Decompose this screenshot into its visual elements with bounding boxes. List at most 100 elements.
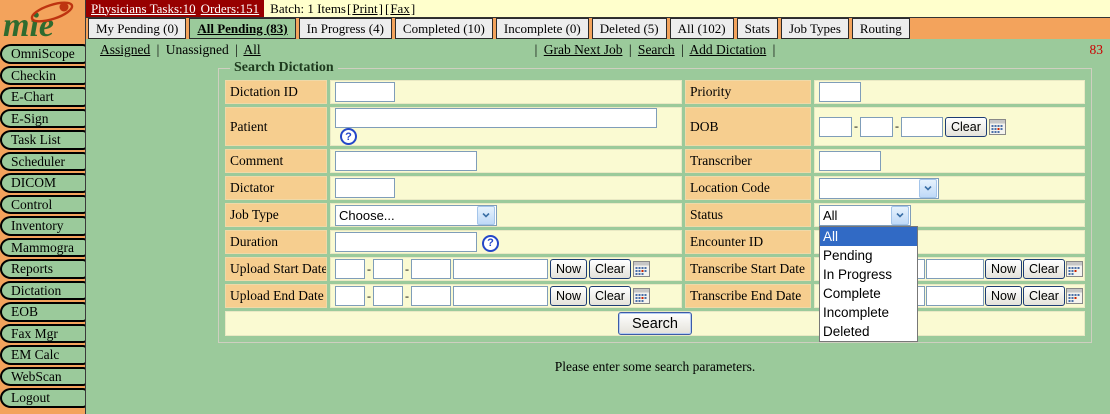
upload-start-now-button[interactable]: Now — [550, 259, 587, 279]
priority-input[interactable] — [819, 82, 861, 102]
sidebar-item-logout[interactable]: Logout — [0, 388, 86, 408]
status-option-all[interactable]: All — [820, 227, 917, 246]
dob-clear-button[interactable]: Clear — [945, 117, 987, 137]
status-option-pending[interactable]: Pending — [820, 246, 917, 265]
grab-next-job-link[interactable]: Grab Next Job — [544, 42, 623, 57]
label-transcriber: Transcriber — [685, 149, 811, 173]
print-link[interactable]: Print — [352, 1, 377, 17]
dash: - — [367, 289, 371, 304]
status-option-incomplete[interactable]: Incomplete — [820, 303, 917, 322]
upload-end-day-input[interactable] — [373, 286, 403, 306]
dob-day-input[interactable] — [860, 117, 893, 137]
physicians-tasks-link[interactable]: Physicians Tasks:10 — [91, 1, 196, 17]
search-link[interactable]: Search — [638, 42, 675, 57]
sidebar-item-fax-mgr[interactable]: Fax Mgr — [0, 324, 86, 344]
transcribe-end-clear-button[interactable]: Clear — [1023, 286, 1065, 306]
tab-deleted[interactable]: Deleted (5) — [592, 18, 667, 39]
label-priority: Priority — [685, 80, 811, 104]
separator: | — [629, 42, 632, 57]
tab-stats[interactable]: Stats — [737, 18, 778, 39]
add-dictation-link[interactable]: Add Dictation — [689, 42, 766, 57]
sidebar-item-reports[interactable]: Reports — [0, 259, 86, 279]
calendar-icon[interactable] — [633, 288, 650, 304]
dob-month-input[interactable] — [819, 117, 852, 137]
upload-start-clear-button[interactable]: Clear — [589, 259, 631, 279]
tab-my-pending[interactable]: My Pending (0) — [88, 18, 186, 39]
search-form-wrap: Search Dictation Dictation ID Priority P… — [218, 60, 1092, 375]
calendar-icon[interactable] — [1066, 288, 1083, 304]
separator: | — [773, 42, 776, 57]
sidebar-item-em-calc[interactable]: EM Calc — [0, 345, 86, 365]
label-location-code: Location Code — [685, 176, 811, 200]
sidebar-item-eob[interactable]: EOB — [0, 302, 86, 322]
sidebar-item-dicom[interactable]: DICOM — [0, 173, 86, 193]
transcriber-input[interactable] — [819, 151, 881, 171]
help-icon[interactable]: ? — [482, 235, 499, 252]
calendar-icon[interactable] — [1066, 261, 1083, 277]
calendar-icon[interactable] — [633, 261, 650, 277]
app-logo[interactable]: mie — [0, 0, 85, 42]
label-job-type: Job Type — [225, 203, 327, 227]
help-icon[interactable]: ? — [340, 128, 357, 145]
status-option-complete[interactable]: Complete — [820, 284, 917, 303]
all-link[interactable]: All — [243, 42, 260, 57]
comment-input[interactable] — [335, 151, 477, 171]
upload-start-day-input[interactable] — [373, 259, 403, 279]
calendar-icon[interactable] — [989, 119, 1006, 135]
transcribe-end-time-input[interactable] — [926, 286, 984, 306]
sidebar-item-task-list[interactable]: Task List — [0, 130, 86, 150]
label-upload-start-date: Upload Start Date — [225, 257, 327, 281]
tab-in-progress[interactable]: In Progress (4) — [299, 18, 392, 39]
sidebar-item-webscan[interactable]: WebScan — [0, 367, 86, 387]
sidebar-item-omniscope[interactable]: OmniScope — [0, 44, 86, 64]
sidebar-item-scheduler[interactable]: Scheduler — [0, 152, 86, 172]
status-option-deleted[interactable]: Deleted — [820, 322, 917, 341]
upload-end-clear-button[interactable]: Clear — [589, 286, 631, 306]
sidebar-item-e-sign[interactable]: E-Sign — [0, 109, 86, 129]
unassigned-link[interactable]: Unassigned — [166, 42, 229, 57]
upload-start-time-input[interactable] — [453, 259, 548, 279]
separator: | — [235, 42, 238, 57]
dictation-id-input[interactable] — [335, 82, 395, 102]
orders-link[interactable]: Orders:151 — [201, 1, 260, 17]
transcribe-start-clear-button[interactable]: Clear — [1023, 259, 1065, 279]
sidebar-item-mammography[interactable]: Mammogra — [0, 238, 86, 258]
sidebar-item-inventory[interactable]: Inventory — [0, 216, 86, 236]
location-code-select[interactable] — [819, 178, 939, 199]
transcribe-end-now-button[interactable]: Now — [985, 286, 1022, 306]
sidebar-item-control[interactable]: Control — [0, 195, 86, 215]
upload-end-now-button[interactable]: Now — [550, 286, 587, 306]
table-row: Job Type Choose... Status All — [225, 203, 1085, 227]
logo-dot-icon — [60, 3, 69, 12]
tab-all[interactable]: All (102) — [670, 18, 734, 39]
upload-end-year-input[interactable] — [411, 286, 451, 306]
tab-routing[interactable]: Routing — [852, 18, 910, 39]
dictator-input[interactable] — [335, 178, 395, 198]
job-type-select[interactable]: Choose... — [335, 205, 497, 226]
transcribe-start-now-button[interactable]: Now — [985, 259, 1022, 279]
sidebar: mie OmniScope Checkin E-Chart E-Sign Tas… — [0, 0, 86, 414]
patient-input[interactable] — [335, 108, 657, 128]
upload-start-month-input[interactable] — [335, 259, 365, 279]
status-option-in-progress[interactable]: In Progress — [820, 265, 917, 284]
tab-job-types[interactable]: Job Types — [781, 18, 849, 39]
sidebar-item-dictation[interactable]: Dictation — [0, 281, 86, 301]
duration-input[interactable] — [335, 232, 477, 252]
tab-incomplete[interactable]: Incomplete (0) — [496, 18, 589, 39]
sidebar-menu: OmniScope Checkin E-Chart E-Sign Task Li… — [0, 42, 85, 408]
upload-end-time-input[interactable] — [453, 286, 548, 306]
tab-completed[interactable]: Completed (10) — [395, 18, 493, 39]
sidebar-item-e-chart[interactable]: E-Chart — [0, 87, 86, 107]
fax-link[interactable]: Fax — [390, 1, 410, 17]
dob-year-input[interactable] — [901, 117, 943, 137]
form-title: Search Dictation — [230, 60, 338, 76]
assigned-link[interactable]: Assigned — [100, 42, 150, 57]
transcribe-start-time-input[interactable] — [926, 259, 984, 279]
dash: - — [895, 119, 899, 134]
upload-end-month-input[interactable] — [335, 286, 365, 306]
search-button[interactable]: Search — [618, 312, 692, 335]
upload-start-year-input[interactable] — [411, 259, 451, 279]
tab-all-pending[interactable]: All Pending (83) — [189, 18, 295, 39]
status-select[interactable]: All — [819, 205, 911, 226]
sidebar-item-checkin[interactable]: Checkin — [0, 66, 86, 86]
